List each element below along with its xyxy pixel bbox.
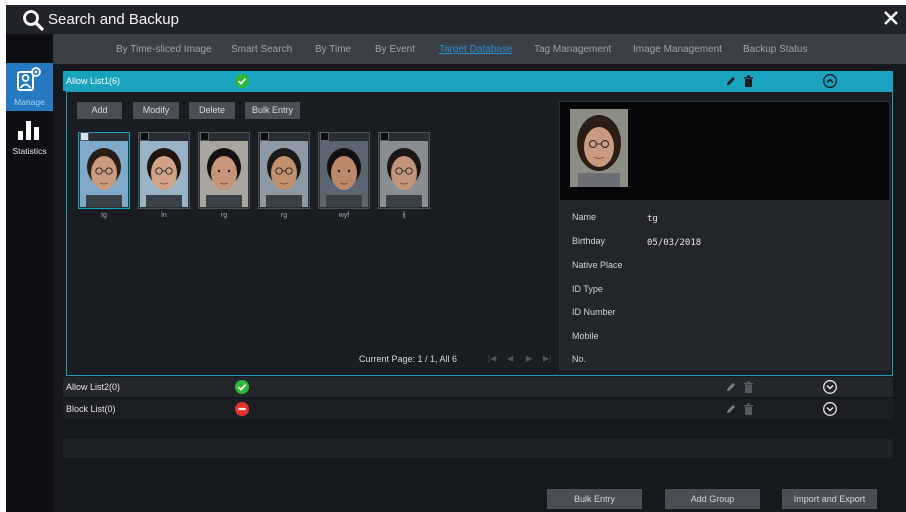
sidebar: Manage Statistics — [6, 34, 53, 512]
select-checkbox[interactable] — [260, 132, 269, 141]
face-thumbnail[interactable]: lj — [378, 132, 430, 219]
face-detail-panel: Name tg Birthday 05/03/2018 Native Place… — [559, 101, 890, 370]
allow-status-icon — [235, 74, 249, 88]
add-group-button[interactable]: Add Group — [665, 489, 760, 509]
bar-chart-icon — [18, 121, 39, 140]
tab-time-sliced-image[interactable]: By Time-sliced Image — [116, 44, 212, 55]
edit-icon[interactable] — [725, 75, 737, 87]
select-checkbox[interactable] — [140, 132, 149, 141]
detail-photo-area — [560, 102, 889, 200]
tab-by-event[interactable]: By Event — [375, 44, 415, 55]
edit-icon[interactable] — [725, 381, 737, 393]
sidebar-item-statistics[interactable]: Statistics — [6, 112, 53, 160]
face-photo — [320, 141, 368, 207]
face-photo — [80, 141, 128, 207]
select-checkbox[interactable] — [320, 132, 329, 141]
face-thumbnail[interactable]: rg — [198, 132, 250, 219]
face-name-label: ln — [161, 212, 167, 219]
list-row-block-list[interactable]: Block List(0) — [63, 399, 893, 419]
list-name: Allow List1(6) — [66, 76, 121, 86]
modify-button[interactable]: Modify — [133, 102, 179, 119]
window-title: Search and Backup — [48, 11, 179, 28]
tab-backup-status[interactable]: Backup Status — [743, 44, 807, 55]
detail-mobile-label: Mobile — [572, 331, 599, 341]
bulk-entry-button[interactable]: Bulk Entry — [245, 102, 300, 119]
detail-birthday-value: 05/03/2018 — [647, 238, 702, 248]
tab-tag-management[interactable]: Tag Management — [534, 44, 611, 55]
face-photo — [140, 141, 188, 207]
detail-name-label: Name — [572, 212, 597, 222]
face-name-label: wyf — [338, 212, 350, 219]
empty-row — [63, 420, 893, 439]
select-checkbox[interactable] — [80, 132, 89, 141]
collapse-icon[interactable] — [823, 74, 837, 88]
expand-icon[interactable] — [823, 380, 837, 394]
title-bar: Search and Backup — [6, 5, 906, 34]
select-checkbox[interactable] — [380, 132, 389, 141]
list-row-allow-list1[interactable]: Allow List1(6) — [63, 71, 893, 91]
face-photo — [200, 141, 248, 207]
close-icon[interactable] — [882, 9, 900, 27]
select-checkbox[interactable] — [200, 132, 209, 141]
app-window: Search and Backup By Time-sliced Image S… — [6, 5, 906, 512]
list-row-allow-list2[interactable]: Allow List2(0) — [63, 377, 893, 397]
tab-smart-search[interactable]: Smart Search — [231, 44, 292, 55]
pagination-text: Current Page: 1 / 1, All 6 — [359, 354, 458, 364]
list-name: Allow List2(0) — [66, 382, 121, 392]
detail-native-place-label: Native Place — [572, 260, 623, 270]
allow-status-icon — [235, 380, 249, 394]
detail-birthday-label: Birthday — [572, 236, 606, 246]
trash-icon[interactable] — [743, 75, 754, 87]
bottom-bar: Bulk Entry Add Group Import and Export — [6, 473, 906, 512]
delete-button[interactable]: Delete — [189, 102, 235, 119]
face-name-label: tg — [101, 212, 107, 219]
add-button[interactable]: Add — [77, 102, 122, 119]
face-thumbnail[interactable]: rg — [258, 132, 310, 219]
first-page-icon[interactable]: |◀ — [488, 354, 496, 363]
block-status-icon — [235, 402, 249, 416]
search-icon — [23, 10, 44, 31]
expand-icon[interactable] — [823, 402, 837, 416]
trash-icon[interactable] — [743, 403, 754, 415]
prev-page-icon[interactable]: ◀ — [507, 354, 513, 363]
face-photo — [260, 141, 308, 207]
sidebar-label-manage: Manage — [14, 97, 45, 107]
detail-name-value: tg — [647, 214, 658, 224]
manage-icon — [17, 67, 41, 91]
detail-id-type-label: ID Type — [572, 284, 603, 294]
tab-by-time[interactable]: By Time — [315, 44, 351, 55]
face-photo — [570, 109, 628, 187]
sidebar-item-manage[interactable]: Manage — [6, 63, 53, 111]
face-name-label: rg — [280, 212, 288, 219]
face-thumbnail[interactable]: tg — [78, 132, 130, 219]
bottom-bulk-entry-button[interactable]: Bulk Entry — [547, 489, 642, 509]
tab-image-management[interactable]: Image Management — [633, 44, 722, 55]
tab-bar: By Time-sliced Image Smart Search By Tim… — [53, 34, 906, 64]
target-database-panel: Allow List1(6) Add Modify Delete Bulk En… — [63, 64, 893, 477]
edit-icon[interactable] — [725, 403, 737, 415]
list-name: Block List(0) — [66, 404, 116, 414]
face-name-label: lj — [402, 212, 406, 219]
import-export-button[interactable]: Import and Export — [782, 489, 877, 509]
empty-row — [63, 439, 893, 458]
last-page-icon[interactable]: ▶| — [543, 354, 551, 363]
face-name-label: rg — [220, 212, 228, 219]
allow-list1-contents: Add Modify Delete Bulk Entry tg ln rg rg wyf… — [66, 91, 893, 376]
face-thumbnail[interactable]: wyf — [318, 132, 370, 219]
detail-number-label: No. — [572, 354, 587, 364]
next-page-icon[interactable]: ▶ — [526, 354, 532, 363]
trash-icon[interactable] — [743, 381, 754, 393]
face-photo — [380, 141, 428, 207]
tab-target-database[interactable]: Target Database — [439, 44, 512, 55]
face-thumbnail[interactable]: ln — [138, 132, 190, 219]
detail-id-number-label: ID Number — [572, 307, 616, 317]
sidebar-label-statistics: Statistics — [12, 146, 47, 156]
